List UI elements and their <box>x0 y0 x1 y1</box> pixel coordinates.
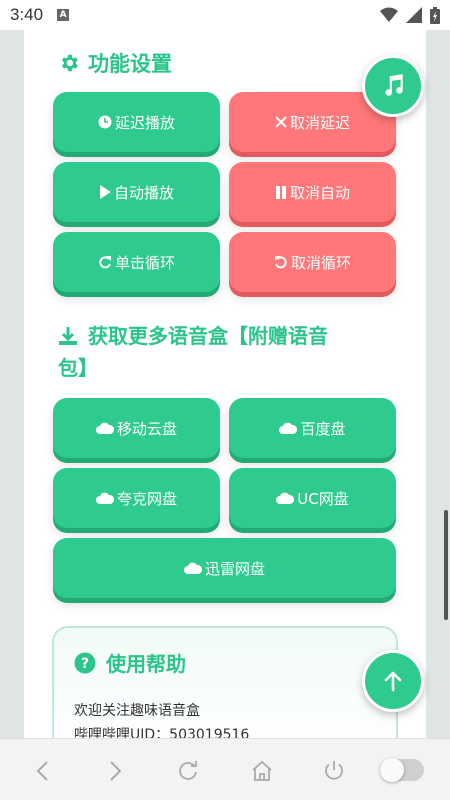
signal-icon <box>406 7 422 23</box>
downloads-title-line1: 获取更多语音盒【附赠语音 <box>88 324 328 348</box>
auto-play-label: 自动播放 <box>113 183 174 202</box>
cancel-delay-label: 取消延迟 <box>289 113 350 132</box>
cloud-icon <box>95 492 114 504</box>
notification-icon: A <box>57 9 70 21</box>
downloads-title-line2: 包】 <box>58 356 98 380</box>
undo-icon <box>274 256 287 269</box>
auto-play-button[interactable]: 自动播放 <box>53 162 220 222</box>
mobile-cloud-label: 移动云盘 <box>116 419 177 438</box>
back-button[interactable] <box>28 757 56 785</box>
quark-pan-button[interactable]: 夸克网盘 <box>53 468 220 528</box>
click-loop-label: 单击循环 <box>114 253 175 272</box>
status-time: 3:40 <box>10 5 44 24</box>
main-content[interactable]: 功能设置 延迟播放 取消延迟 自动播放 取消自动 单击循环 取消循环 获取更多语… <box>24 30 426 738</box>
cloud-icon <box>276 492 295 504</box>
power-icon <box>325 761 343 780</box>
refresh-icon <box>179 761 197 780</box>
features-title-text: 功能设置 <box>88 52 172 76</box>
cloud-icon <box>183 562 202 574</box>
delay-play-label: 延迟播放 <box>114 113 175 132</box>
power-button[interactable] <box>320 757 348 785</box>
cancel-loop-button[interactable]: 取消循环 <box>229 232 396 292</box>
browser-toolbar <box>0 738 450 800</box>
forward-button[interactable] <box>102 757 130 785</box>
xunlei-pan-button[interactable]: 迅雷网盘 <box>53 538 396 598</box>
chevron-right-icon <box>110 761 122 781</box>
cloud-icon <box>95 422 114 434</box>
baidu-pan-label: 百度盘 <box>300 419 346 438</box>
cloud-icon <box>279 422 298 434</box>
xunlei-pan-label: 迅雷网盘 <box>204 559 265 578</box>
quark-pan-label: 夸克网盘 <box>116 489 177 508</box>
battery-icon <box>430 6 440 24</box>
cancel-auto-label: 取消自动 <box>289 183 350 202</box>
pause-icon <box>275 185 286 199</box>
features-title: 功能设置 <box>58 48 172 78</box>
help-title: ? 使用帮助 <box>74 648 186 677</box>
status-bar: 3:40 A <box>0 0 450 30</box>
scrollbar[interactable] <box>444 510 448 620</box>
back-to-top-button[interactable] <box>362 650 424 712</box>
help-line-2: 哔哩哔哩UID：503019516 <box>74 727 250 738</box>
help-line-1: 欢迎关注趣味语音盒 <box>74 703 200 719</box>
page-margin-left <box>0 30 24 738</box>
delay-play-button[interactable]: 延迟播放 <box>53 92 220 152</box>
uc-pan-button[interactable]: UC网盘 <box>229 468 396 528</box>
mobile-cloud-button[interactable]: 移动云盘 <box>53 398 220 458</box>
home-button[interactable] <box>248 757 276 785</box>
baidu-pan-button[interactable]: 百度盘 <box>229 398 396 458</box>
play-icon <box>99 185 111 199</box>
uc-pan-label: UC网盘 <box>297 489 349 508</box>
question-icon: ? <box>74 652 96 673</box>
toggle-knob <box>380 758 404 782</box>
click-loop-button[interactable]: 单击循环 <box>53 232 220 292</box>
home-icon <box>252 760 272 781</box>
refresh-button[interactable] <box>174 757 202 785</box>
chevron-left-icon <box>36 761 48 781</box>
status-icons <box>380 6 440 24</box>
download-icon <box>59 327 77 345</box>
arrow-up-icon <box>384 671 402 692</box>
cancel-loop-label: 取消循环 <box>290 253 351 272</box>
music-fab-button[interactable] <box>362 55 424 117</box>
wifi-icon <box>380 7 398 22</box>
clock-icon <box>98 115 112 129</box>
toggle-switch[interactable] <box>380 758 424 782</box>
music-note-icon <box>385 74 403 96</box>
cancel-auto-button[interactable]: 取消自动 <box>229 162 396 222</box>
downloads-title: 获取更多语音盒【附赠语音 包】 <box>58 320 388 384</box>
help-title-text: 使用帮助 <box>106 652 186 676</box>
gear-icon <box>62 54 78 72</box>
page-margin-right <box>426 30 450 738</box>
redo-icon <box>99 256 111 269</box>
close-icon <box>275 116 287 128</box>
help-card: ? 使用帮助 欢迎关注趣味语音盒 哔哩哔哩UID：503019516 <box>52 626 398 738</box>
svg-text:?: ? <box>81 656 89 672</box>
